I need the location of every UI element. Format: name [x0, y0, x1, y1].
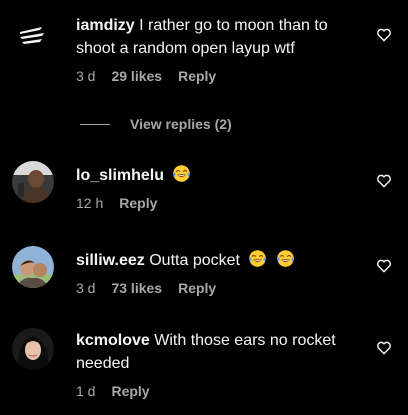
avatar[interactable] — [12, 15, 54, 57]
comment-meta: 3 d 29 likes Reply — [76, 68, 366, 84]
profile-photo — [12, 328, 54, 370]
comment-meta: 3 d 73 likes Reply — [76, 280, 366, 296]
comment-item: kcmolove With those ears no rocket neede… — [0, 322, 408, 415]
heart-icon[interactable] — [376, 340, 392, 356]
avatar[interactable] — [12, 328, 54, 370]
profile-photo — [12, 246, 54, 288]
timestamp: 3 d — [76, 68, 96, 84]
heart-icon[interactable] — [376, 173, 392, 189]
reply-button[interactable]: Reply — [178, 68, 216, 84]
swoosh-logo-icon — [20, 27, 44, 44]
face-with-tears-of-joy-icon — [172, 164, 191, 183]
comment-content: Outta pocket — [149, 252, 240, 269]
face-with-tears-of-joy-icon — [276, 249, 295, 268]
comment-body: kcmolove With those ears no rocket neede… — [76, 329, 366, 399]
comment-text: lo_slimhelu — [76, 164, 366, 187]
likes-count[interactable]: 29 likes — [111, 68, 162, 84]
comment-text: silliw.eez Outta pocket — [76, 249, 366, 272]
view-replies-label: View replies (2) — [130, 116, 232, 132]
reply-button[interactable]: Reply — [178, 280, 216, 296]
comment-meta: 12 h Reply — [76, 195, 366, 211]
profile-photo — [12, 161, 54, 203]
username[interactable]: lo_slimhelu — [76, 167, 164, 184]
comment-body: lo_slimhelu 12 h Reply — [76, 164, 366, 211]
divider-line — [80, 123, 110, 125]
reply-button[interactable]: Reply — [111, 383, 149, 399]
heart-icon[interactable] — [376, 27, 392, 43]
avatar[interactable] — [12, 161, 54, 203]
view-replies-button[interactable]: View replies (2) — [80, 116, 232, 132]
comment-body: iamdizy I rather go to moon than to shoo… — [76, 14, 366, 84]
comment-item: lo_slimhelu 12 h Reply — [0, 155, 408, 225]
comment-item: iamdizy I rather go to moon than to shoo… — [0, 0, 408, 110]
heart-icon[interactable] — [376, 258, 392, 274]
timestamp: 12 h — [76, 195, 104, 211]
username[interactable]: kcmolove — [76, 332, 150, 349]
comment-body: silliw.eez Outta pocket 3 d 73 likes Rep… — [76, 249, 366, 296]
comment-text: kcmolove With those ears no rocket neede… — [76, 329, 366, 375]
username[interactable]: silliw.eez — [76, 252, 145, 269]
timestamp: 1 d — [76, 383, 96, 399]
face-with-tears-of-joy-icon — [248, 249, 267, 268]
timestamp: 3 d — [76, 280, 96, 296]
comment-meta: 1 d Reply — [76, 383, 366, 399]
username[interactable]: iamdizy — [76, 17, 135, 34]
comment-text: iamdizy I rather go to moon than to shoo… — [76, 14, 366, 60]
avatar[interactable] — [12, 246, 54, 288]
comment-item: silliw.eez Outta pocket 3 d 73 likes Rep… — [0, 240, 408, 310]
reply-button[interactable]: Reply — [119, 195, 157, 211]
likes-count[interactable]: 73 likes — [111, 280, 162, 296]
